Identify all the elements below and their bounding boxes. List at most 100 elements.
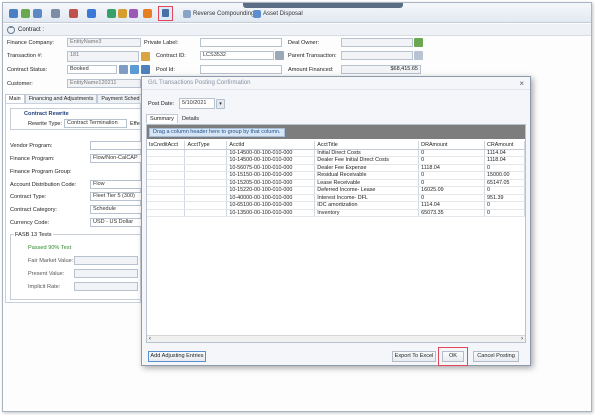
private-label-field[interactable]: [200, 38, 282, 47]
chevron-down-icon[interactable]: ▾: [216, 99, 225, 109]
finance-company-field[interactable]: EntityName3: [67, 38, 141, 47]
contract-id-go-icon[interactable]: [275, 51, 284, 60]
rewrite-type-select[interactable]: Contract Termination: [64, 119, 127, 128]
finance-program-field[interactable]: Flow/Non-CalCAP: [90, 154, 142, 163]
delete-icon[interactable]: [69, 9, 78, 18]
table-row[interactable]: 10-15205-00-100-010-000 Lease Receivable 0…: [147, 179, 525, 187]
vendor-program-label: Vendor Program:: [10, 143, 53, 149]
table-cell: [147, 164, 186, 172]
contract-section-header[interactable]: ⌃ Contract :: [3, 24, 591, 36]
contract-id-field[interactable]: LCS3532: [200, 51, 274, 60]
main-tab-panel: Contract Rewrite Rewrite Type: Contract …: [5, 103, 142, 303]
table-cell: Interest Income- DFL: [314, 194, 420, 202]
table-row[interactable]: 10-40000-00-100-010-000 Interest Income- …: [147, 194, 525, 202]
contract-tabs: Main Financing and Adjustments Payment S…: [5, 94, 144, 103]
attach-icon[interactable]: [143, 9, 152, 18]
export-to-excel-button[interactable]: Export To Excel: [392, 351, 436, 362]
contract-category-field[interactable]: Schedule: [90, 205, 142, 214]
table-row[interactable]: 10-15150-00-100-010-000 Residual Receivab…: [147, 171, 525, 180]
fair-market-field: [74, 256, 138, 265]
table-cell: 10-65100-00-100-010-000: [226, 201, 316, 210]
table-cell: 10-15205-00-100-010-000: [226, 179, 316, 187]
horizontal-scrollbar[interactable]: ‹ ›: [147, 335, 525, 342]
cancel-posting-button[interactable]: Cancel Posting: [473, 351, 519, 362]
table-row[interactable]: 10-56075-00-100-010-000 Dealer Fee Expens…: [147, 164, 525, 172]
contract-type-field[interactable]: Fleet Tier 5 (300): [90, 192, 142, 201]
customer-field[interactable]: EntityName120211: [67, 79, 141, 88]
tab-main[interactable]: Main: [5, 94, 25, 103]
contract-status-select[interactable]: Booked: [67, 65, 117, 74]
tab-payment-schedule[interactable]: Payment Sched: [97, 94, 144, 103]
reverse-compounding-button[interactable]: Reverse Compounding: [183, 8, 254, 19]
tab-financing-adjustments[interactable]: Financing and Adjustments: [24, 94, 98, 103]
column-header[interactable]: AcctId: [226, 141, 316, 150]
approve-check-icon[interactable]: [107, 9, 116, 18]
finance-company-label: Finance Company:: [7, 40, 54, 46]
table-cell: 0: [418, 156, 486, 165]
parent-transaction-field[interactable]: [341, 51, 413, 60]
save-icon[interactable]: [9, 9, 18, 18]
edit-icon[interactable]: [118, 9, 127, 18]
ok-button[interactable]: OK: [442, 351, 464, 362]
column-header[interactable]: AcctType: [184, 141, 228, 150]
tab-details[interactable]: Details: [178, 114, 203, 123]
table-cell: 0: [484, 201, 525, 210]
parent-transaction-link-icon[interactable]: [414, 51, 423, 60]
scroll-left-icon[interactable]: ‹: [149, 336, 151, 342]
table-row[interactable]: 10-14500-00-100-010-000 Initial Direct Co…: [147, 149, 525, 157]
pool-id-field[interactable]: [200, 65, 282, 74]
vendor-program-field[interactable]: [90, 141, 142, 150]
add-adjusting-entries-button[interactable]: Add Adjusting Entries: [148, 351, 206, 362]
column-header[interactable]: DRAmount: [418, 141, 486, 150]
table-row[interactable]: 10-65100-00-100-010-000 IDC amortization 1…: [147, 201, 525, 210]
table-cell: Dealer Fee Expense: [314, 164, 420, 172]
table-cell: [184, 194, 228, 202]
column-header[interactable]: CRAmount: [484, 141, 525, 150]
undo-icon[interactable]: [33, 9, 42, 18]
table-cell: 16025.09: [418, 186, 486, 195]
deal-owner-field[interactable]: [341, 38, 413, 47]
column-header[interactable]: AcctTitle: [314, 141, 420, 150]
fasb-passed-text: Passed 90% Test: [28, 245, 72, 251]
tab-summary[interactable]: Summary: [146, 114, 178, 123]
transaction-field[interactable]: 181: [67, 51, 139, 62]
customer-label: Customer:: [7, 81, 33, 87]
present-value-field: [74, 269, 138, 278]
group-by-panel[interactable]: Drag a column header here to group by th…: [147, 125, 525, 139]
transaction-folder-icon[interactable]: [141, 52, 150, 61]
close-icon[interactable]: ×: [519, 79, 524, 88]
account-distribution-field[interactable]: Flow: [90, 180, 142, 189]
currency-code-field[interactable]: USD - US Dollar: [90, 218, 142, 227]
column-header[interactable]: IsCreditAcct: [147, 141, 186, 150]
table-cell: Deferred Income- Lease: [314, 186, 420, 195]
status-calendar-icon[interactable]: [141, 65, 150, 74]
toolbar: Reverse Compounding Asset Disposal: [3, 3, 591, 23]
account-distribution-label: Account Distribution Code:: [10, 182, 77, 188]
table-cell: Residual Receivable: [314, 171, 420, 180]
post-gl-button[interactable]: [158, 6, 173, 21]
post-date-field[interactable]: 5/10/2021: [179, 98, 215, 109]
refresh-icon[interactable]: [21, 9, 30, 18]
status-search-icon[interactable]: [119, 65, 128, 74]
calculate-icon[interactable]: [129, 9, 138, 18]
finance-program-group-label: Finance Program Group:: [10, 169, 72, 175]
table-row[interactable]: 10-14500-00-100-010-000 Dealer Fee Initia…: [147, 156, 525, 165]
deal-owner-lookup-icon[interactable]: [414, 38, 423, 47]
table-cell: [184, 201, 228, 210]
table-cell: 0: [484, 186, 525, 195]
table-row[interactable]: 10-13500-00-100-010-000 Inventory 65073.35…: [147, 209, 525, 217]
contract-status-label: Contract Status:: [7, 67, 48, 73]
table-row[interactable]: 10-15220-00-100-010-000 Deferred Income- …: [147, 186, 525, 195]
navigate-icon[interactable]: [87, 9, 96, 18]
scroll-right-icon[interactable]: ›: [521, 336, 523, 342]
print-icon[interactable]: [51, 9, 60, 18]
table-cell: [147, 156, 186, 165]
status-history-icon[interactable]: [130, 65, 139, 74]
table-cell: 10-40000-00-100-010-000: [226, 194, 316, 202]
asset-disposal-icon: [253, 9, 261, 18]
collapse-icon[interactable]: ⌃: [7, 25, 15, 34]
gl-transactions-grid: Drag a column header here to group by th…: [146, 124, 526, 343]
private-label-label: Private Label:: [144, 40, 179, 46]
asset-disposal-button[interactable]: Asset Disposal: [253, 8, 303, 19]
gl-posting-dialog: G/L Transactions Posting Confirmation × …: [141, 76, 531, 366]
